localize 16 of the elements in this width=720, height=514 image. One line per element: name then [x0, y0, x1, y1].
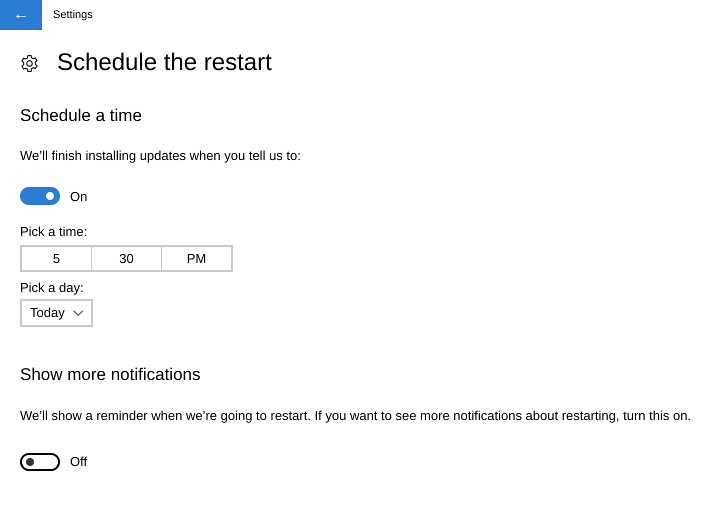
chevron-down-icon — [72, 310, 83, 317]
section-heading: Schedule a time — [20, 106, 143, 126]
toggle-switch[interactable] — [20, 452, 60, 471]
app-title: Settings — [53, 8, 93, 23]
description: We’ll finish installing updates when you tell us to: — [20, 147, 302, 166]
field-label: Pick a day: — [20, 278, 85, 297]
section-heading: Show more notifications — [20, 365, 202, 386]
page-title: Schedule the restart — [57, 49, 272, 78]
day-dropdown[interactable]: Today — [20, 299, 93, 328]
field-label: Pick a time: — [20, 223, 88, 242]
back-button[interactable]: ← — [0, 0, 42, 30]
toggle-switch[interactable] — [20, 187, 60, 206]
description: We’ll show a reminder when we’re going to restart. If you want to see more notifications about restarting, turn this on. — [20, 406, 692, 425]
toggle-label: On — [70, 188, 88, 206]
toggle-label: Off — [70, 453, 88, 472]
settings-icon — [20, 54, 39, 73]
